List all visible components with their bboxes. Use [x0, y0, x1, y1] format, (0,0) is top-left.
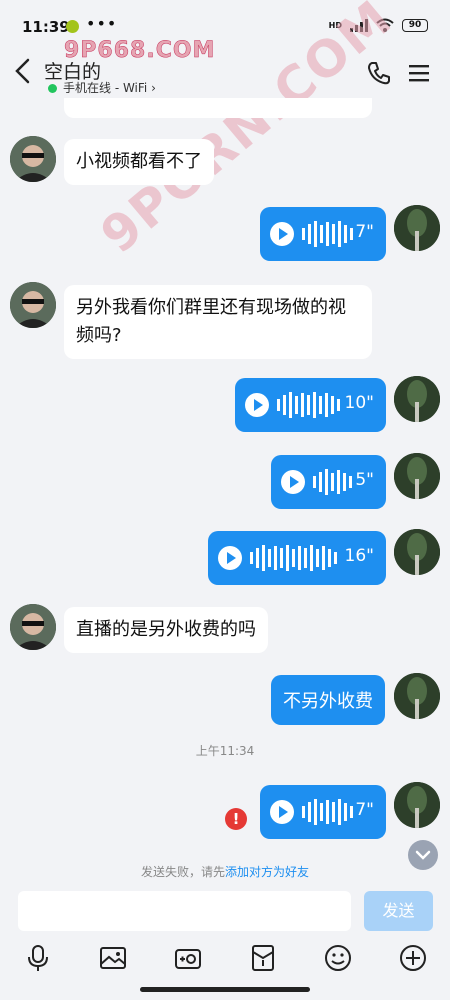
my-avatar[interactable] [394, 782, 440, 828]
voice-message[interactable]: 7" [260, 207, 386, 261]
app-notification-icon [66, 20, 79, 33]
voice-duration: 16" [344, 546, 374, 566]
voice-duration: 5" [355, 470, 374, 490]
image-icon[interactable] [97, 942, 129, 974]
contact-avatar[interactable] [10, 136, 56, 182]
waveform-icon [277, 392, 340, 418]
message-input[interactable] [18, 891, 351, 931]
clock: 11:39 [22, 18, 70, 36]
online-status-dot [48, 84, 57, 93]
hd-label: HD [328, 20, 342, 30]
tree-avatar-icon [394, 376, 440, 422]
my-avatar[interactable] [394, 529, 440, 575]
voice-message[interactable]: 10" [235, 378, 386, 432]
red-packet-icon[interactable] [247, 942, 279, 974]
battery-indicator: 90 [402, 18, 428, 32]
person-avatar-icon [10, 282, 56, 328]
person-avatar-icon [10, 604, 56, 650]
microphone-icon[interactable] [22, 942, 54, 974]
play-icon [218, 546, 242, 570]
previous-message-bubble [64, 98, 372, 118]
waveform-icon [250, 545, 337, 571]
play-icon [281, 470, 305, 494]
wifi-icon [376, 18, 394, 32]
person-avatar-icon [10, 136, 56, 182]
play-icon [270, 222, 294, 246]
contact-avatar[interactable] [10, 282, 56, 328]
message-bubble[interactable]: 不另外收费 [271, 675, 385, 725]
my-avatar[interactable] [394, 376, 440, 422]
voice-duration: 7" [355, 800, 374, 820]
tree-avatar-icon [394, 782, 440, 828]
tree-avatar-icon [394, 205, 440, 251]
more-notifications-icon: ••• [86, 14, 118, 33]
emoji-icon[interactable] [322, 942, 354, 974]
home-indicator[interactable] [140, 987, 310, 992]
waveform-icon [313, 469, 352, 495]
input-toolbar [0, 942, 450, 982]
send-button[interactable]: 发送 [364, 891, 433, 931]
camera-icon[interactable] [172, 942, 204, 974]
plus-icon[interactable] [397, 942, 429, 974]
input-area: 发送 [0, 884, 450, 1000]
status-bar: 11:39 ••• HD 90 [0, 0, 450, 40]
my-avatar[interactable] [394, 673, 440, 719]
play-icon [245, 393, 269, 417]
add-friend-link[interactable]: 添加对方为好友 [225, 865, 309, 879]
send-failed-text: 发送失败，请先 [140, 865, 225, 879]
message-bubble[interactable]: 小视频都看不了 [64, 139, 214, 185]
online-status[interactable]: 手机在线 - WiFi › [63, 79, 156, 96]
voice-message[interactable]: 7" [260, 785, 386, 839]
waveform-icon [302, 221, 353, 247]
tree-avatar-icon [394, 453, 440, 499]
voice-message[interactable]: 16" [208, 531, 386, 585]
send-failed-icon[interactable]: ! [225, 808, 247, 830]
voice-message[interactable]: 5" [271, 455, 386, 509]
voice-duration: 7" [355, 222, 374, 242]
send-failed-notice: 发送失败，请先添加对方为好友 [0, 863, 450, 880]
tree-avatar-icon [394, 529, 440, 575]
tree-avatar-icon [394, 673, 440, 719]
play-icon [270, 800, 294, 824]
message-bubble[interactable]: 另外我看你们群里还有现场做的视频吗? [64, 285, 372, 359]
chat-header: 空白的 手机在线 - WiFi › [0, 40, 450, 102]
my-avatar[interactable] [394, 205, 440, 251]
phone-icon[interactable] [366, 60, 392, 86]
signal-icon [350, 18, 368, 32]
voice-duration: 10" [344, 393, 374, 413]
waveform-icon [302, 799, 353, 825]
message-bubble[interactable]: 直播的是另外收费的吗 [64, 607, 268, 653]
menu-icon[interactable] [406, 60, 432, 86]
contact-avatar[interactable] [10, 604, 56, 650]
my-avatar[interactable] [394, 453, 440, 499]
back-icon[interactable] [10, 54, 38, 88]
system-icons: HD 90 [329, 18, 428, 32]
time-separator: 上午11:34 [195, 744, 255, 758]
